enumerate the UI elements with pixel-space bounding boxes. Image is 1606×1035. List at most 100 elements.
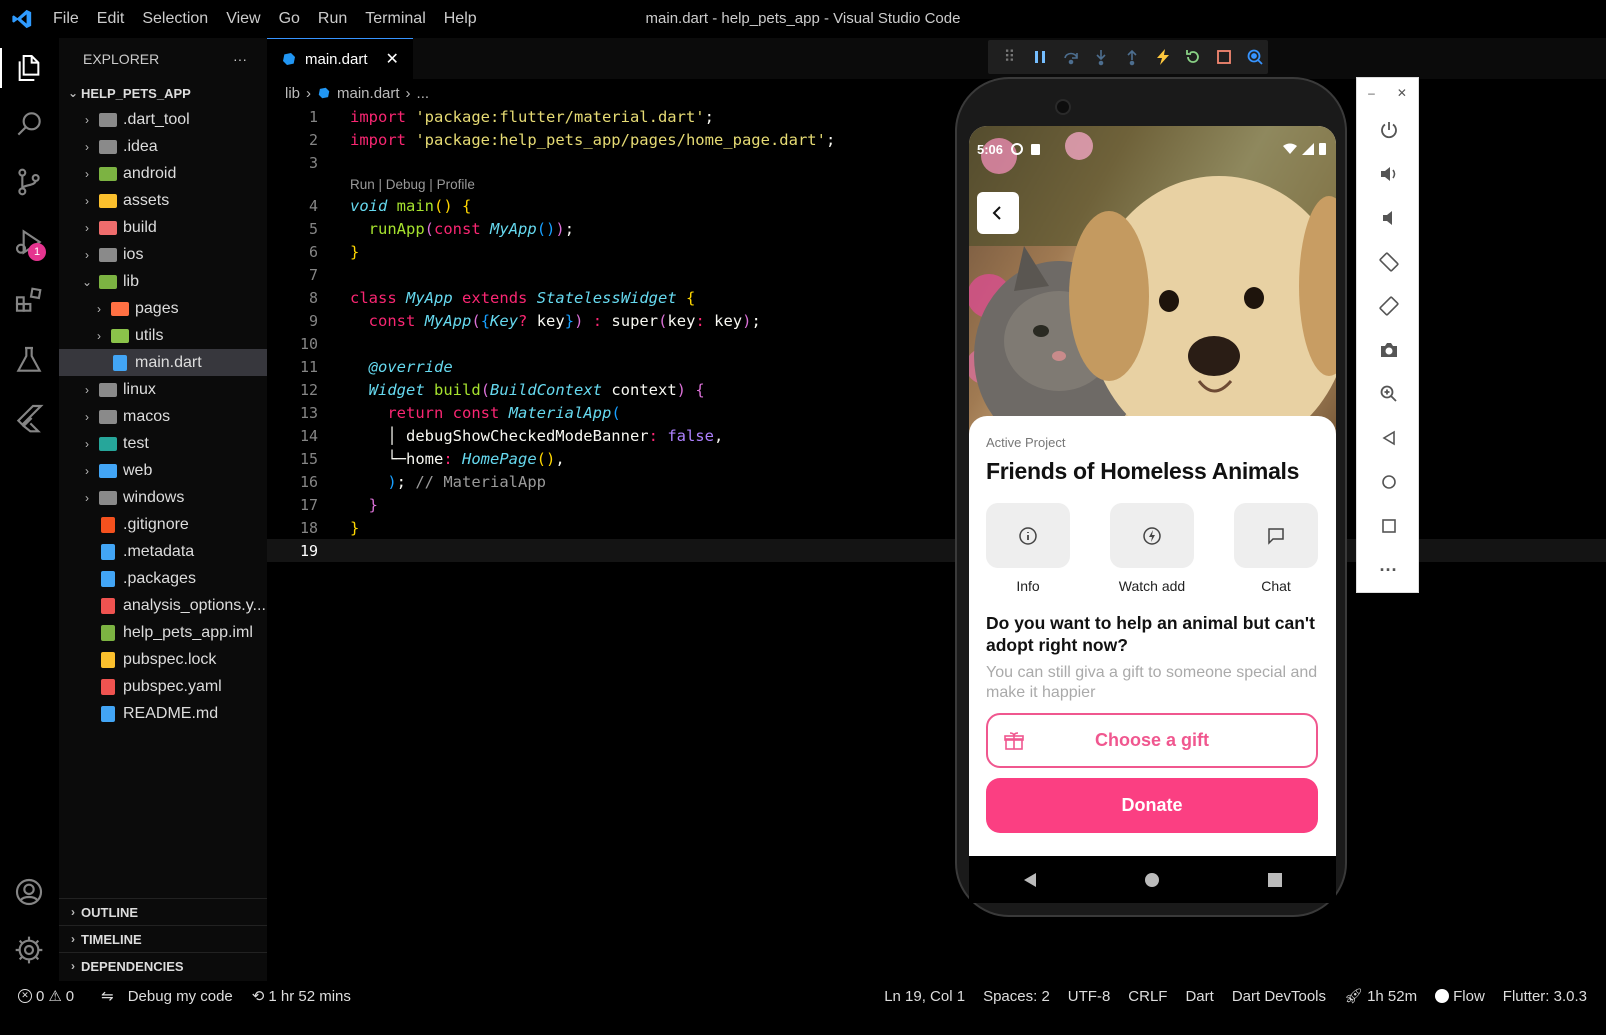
watch-add-action-box[interactable]	[1110, 503, 1194, 568]
tab-main-dart[interactable]: main.dart ✕	[267, 38, 413, 79]
extensions-icon[interactable]	[9, 280, 49, 320]
tree-item[interactable]: › android	[59, 160, 267, 187]
breadcrumb-lib[interactable]: lib	[285, 85, 300, 102]
debug-config[interactable]: ⇋ Debug my code	[83, 987, 242, 1006]
tree-item[interactable]: › test	[59, 430, 267, 457]
indentation[interactable]: Spaces: 2	[974, 988, 1059, 1005]
tree-item[interactable]: README.md	[59, 700, 267, 727]
menu-selection[interactable]: Selection	[133, 0, 217, 38]
breadcrumb-file[interactable]: main.dart	[337, 85, 400, 102]
tree-item[interactable]: › build	[59, 214, 267, 241]
tab-close-icon[interactable]: ✕	[386, 49, 399, 69]
devtools-search-icon[interactable]	[1241, 44, 1268, 71]
encoding[interactable]: UTF-8	[1059, 988, 1120, 1005]
search-icon[interactable]	[9, 104, 49, 144]
flutter-icon[interactable]	[9, 398, 49, 438]
drag-handle-icon[interactable]: ⠿	[996, 44, 1023, 71]
source-control-icon[interactable]	[9, 162, 49, 202]
nav-recents-icon[interactable]	[1268, 872, 1283, 887]
tree-item[interactable]: › macos	[59, 403, 267, 430]
menu-go[interactable]: Go	[270, 0, 309, 38]
timeline-section[interactable]: › TIMELINE	[59, 925, 267, 952]
tree-item[interactable]: › utils	[59, 322, 267, 349]
step-into-icon[interactable]	[1088, 44, 1115, 71]
tree-item[interactable]: › .idea	[59, 133, 267, 160]
line-number: 3	[308, 153, 318, 172]
zoom-icon[interactable]	[1357, 372, 1420, 416]
menu-view[interactable]: View	[217, 0, 269, 38]
emu-home-icon[interactable]	[1357, 460, 1420, 504]
screenshot-camera-icon[interactable]	[1357, 328, 1420, 372]
cursor-position[interactable]: Ln 19, Col 1	[875, 988, 974, 1005]
step-out-icon[interactable]	[1119, 44, 1146, 71]
menu-run[interactable]: Run	[309, 0, 356, 38]
power-icon[interactable]	[1357, 108, 1420, 152]
tree-item[interactable]: › windows	[59, 484, 267, 511]
tree-item[interactable]: › ios	[59, 241, 267, 268]
tree-item[interactable]: help_pets_app.iml	[59, 619, 267, 646]
restart-icon[interactable]	[1180, 44, 1207, 71]
tree-item[interactable]: › assets	[59, 187, 267, 214]
account-icon[interactable]	[9, 872, 49, 912]
code-token: )	[574, 311, 584, 330]
menu-help[interactable]: Help	[435, 0, 486, 38]
rotate-right-icon[interactable]	[1357, 284, 1420, 328]
menu-edit[interactable]: Edit	[88, 0, 134, 38]
volume-down-icon[interactable]	[1357, 196, 1420, 240]
tree-item[interactable]: pubspec.lock	[59, 646, 267, 673]
tree-item[interactable]: › .dart_tool	[59, 106, 267, 133]
volume-up-icon[interactable]	[1357, 152, 1420, 196]
chat-action[interactable]: Chat	[1234, 503, 1318, 594]
info-action[interactable]: Info	[986, 503, 1070, 594]
line-endings[interactable]: CRLF	[1119, 988, 1176, 1005]
explorer-icon[interactable]	[9, 48, 49, 88]
workspace-root[interactable]: ⌄ HELP_PETS_APP	[59, 80, 267, 106]
problems-indicator[interactable]: ✕ 0 ⚠ 0	[0, 987, 83, 1005]
session-timer[interactable]: ⟲ 1 hr 52 mins	[242, 987, 360, 1006]
more-options-icon[interactable]: ···	[1357, 548, 1420, 592]
settings-gear-icon[interactable]	[9, 930, 49, 970]
nav-back-icon[interactable]	[1023, 872, 1037, 888]
tree-item[interactable]: analysis_options.y...	[59, 592, 267, 619]
code-token: extends	[462, 288, 528, 307]
info-action-box[interactable]	[986, 503, 1070, 568]
choose-gift-button[interactable]: Choose a gift	[986, 713, 1318, 768]
chat-action-box[interactable]	[1234, 503, 1318, 568]
stop-icon[interactable]	[1211, 44, 1238, 71]
pause-icon[interactable]	[1027, 44, 1054, 71]
tree-item[interactable]: › linux	[59, 376, 267, 403]
testing-icon[interactable]	[9, 340, 49, 380]
tree-item[interactable]: main.dart	[59, 349, 267, 376]
donate-button[interactable]: Donate	[986, 778, 1318, 833]
rotate-left-icon[interactable]	[1357, 240, 1420, 284]
tree-item[interactable]: › web	[59, 457, 267, 484]
tree-item[interactable]: .packages	[59, 565, 267, 592]
hot-reload-icon[interactable]	[1149, 44, 1176, 71]
tree-item[interactable]: ⌄ lib	[59, 268, 267, 295]
nav-home-icon[interactable]	[1144, 872, 1160, 888]
flutter-version[interactable]: Flutter: 3.0.3	[1494, 988, 1596, 1005]
tree-item[interactable]: › pages	[59, 295, 267, 322]
back-button[interactable]	[977, 192, 1019, 234]
explorer-more-button[interactable]: ···	[233, 51, 247, 67]
step-over-icon[interactable]	[1057, 44, 1084, 71]
emulator-close-button[interactable]: ✕	[1397, 86, 1407, 100]
language-mode[interactable]: Dart	[1176, 988, 1222, 1005]
emu-back-icon[interactable]	[1357, 416, 1420, 460]
tree-item[interactable]: .gitignore	[59, 511, 267, 538]
breadcrumb-symbol[interactable]: ...	[417, 85, 430, 102]
tree-item[interactable]: pubspec.yaml	[59, 673, 267, 700]
menu-terminal[interactable]: Terminal	[356, 0, 434, 38]
chevron-down-icon: ⌄	[81, 274, 93, 289]
emulator-minimize-button[interactable]: –	[1368, 86, 1375, 100]
code-token: ()	[536, 219, 556, 238]
tree-item[interactable]: .metadata	[59, 538, 267, 565]
menu-file[interactable]: File	[44, 0, 88, 38]
outline-section[interactable]: › OUTLINE	[59, 898, 267, 925]
flow-indicator[interactable]: Flow	[1426, 988, 1494, 1005]
dart-devtools[interactable]: Dart DevTools	[1223, 988, 1335, 1005]
time-tracked[interactable]: 🚀︎ 1h 52m	[1335, 987, 1426, 1006]
emu-overview-icon[interactable]	[1357, 504, 1420, 548]
watch-add-action[interactable]: Watch add	[1110, 503, 1194, 594]
dependencies-section[interactable]: › DEPENDENCIES	[59, 952, 267, 979]
